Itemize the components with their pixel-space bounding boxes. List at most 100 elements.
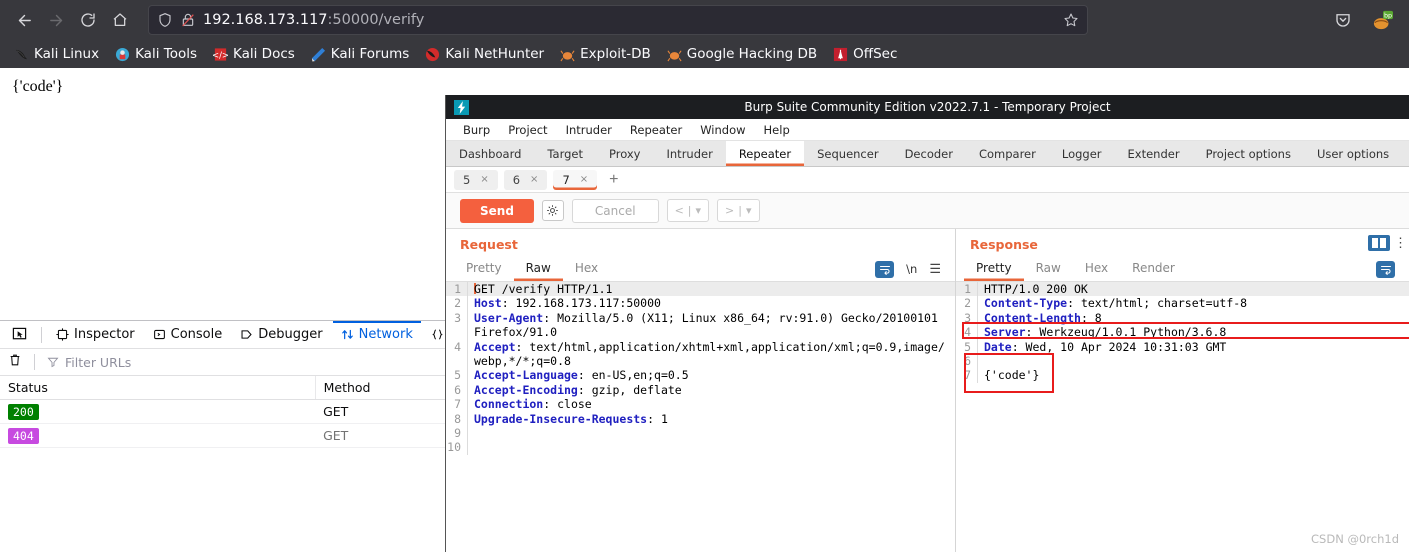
response-editor[interactable]: 1 HTTP/1.0 200 OK 2 Content-Type: text/h… (956, 282, 1409, 393)
home-button[interactable] (104, 4, 136, 36)
forward-button[interactable] (40, 4, 72, 36)
bookmark-item[interactable]: Exploit-DB (554, 44, 657, 64)
search-input[interactable]: Filter URLs (47, 355, 131, 370)
bookmark-item[interactable]: </> Kali Docs (207, 44, 301, 64)
gear-icon[interactable] (541, 200, 564, 221)
menu-item-repeater[interactable]: Repeater (621, 121, 691, 139)
line-number: 2 (956, 296, 978, 311)
tab-target[interactable]: Target (534, 141, 596, 166)
tab-decoder[interactable]: Decoder (892, 141, 966, 166)
request-tab-hex[interactable]: Hex (563, 257, 610, 281)
chevron-down-icon[interactable]: ▾ (746, 204, 752, 217)
code-line: 3 User-Agent: Mozilla/5.0 (X11; Linux x8… (446, 310, 955, 340)
bookmark-label: Kali Tools (135, 46, 197, 62)
back-button[interactable] (8, 4, 40, 36)
code-line: 6 Accept-Encoding: gzip, deflate (446, 382, 955, 398)
tab-sequencer[interactable]: Sequencer (804, 141, 891, 166)
send-button[interactable]: Send (460, 198, 534, 223)
line-number: 3 (446, 310, 468, 340)
burp-suite-window: Burp Suite Community Edition v2022.7.1 -… (445, 95, 1409, 552)
close-icon[interactable]: × (530, 174, 538, 185)
page-response-text: {'code'} (12, 78, 64, 95)
request-tab-pretty[interactable]: Pretty (454, 257, 514, 281)
devtools-tab-debugger[interactable]: Debugger (232, 321, 330, 349)
next-request-button[interactable]: > | ▾ (717, 199, 760, 222)
tab-extender[interactable]: Extender (1115, 141, 1193, 166)
bookmark-item[interactable]: Kali Linux (8, 44, 105, 64)
line-text: Date: Wed, 10 Apr 2024 10:31:03 GMT (984, 340, 1409, 354)
newline-icon[interactable]: \n (906, 262, 917, 276)
trash-icon[interactable] (8, 353, 22, 372)
code-line: 7 Connection: close (446, 397, 955, 412)
response-tab-hex[interactable]: Hex (1073, 257, 1120, 281)
bookmark-item[interactable]: OffSec (827, 44, 903, 64)
menu-item-help[interactable]: Help (755, 121, 799, 139)
tab-user-options[interactable]: User options (1304, 141, 1402, 166)
response-tab-pretty[interactable]: Pretty (964, 257, 1024, 281)
line-number: 3 (956, 310, 978, 326)
header-value: : text/html; charset=utf-8 (1067, 296, 1248, 311)
pipe-divider: | (687, 204, 692, 217)
bookmark-item[interactable]: Kali Tools (109, 44, 203, 64)
devtools-tab-label: Network (358, 327, 413, 342)
tab-logger[interactable]: Logger (1049, 141, 1115, 166)
menu-item-window[interactable]: Window (691, 121, 754, 139)
reload-button[interactable] (72, 4, 104, 36)
line-number: 1 (956, 282, 978, 297)
pocket-icon[interactable] (1327, 4, 1359, 36)
header-value: : en-US,en;q=0.5 (577, 368, 689, 383)
line-text (984, 354, 1409, 368)
line-text: Server: Werkzeug/1.0.1 Python/3.6.8 (984, 325, 1409, 339)
devtools-tab-network[interactable]: Network (333, 321, 421, 349)
url-text[interactable]: 192.168.173.117:50000/verify (203, 12, 1056, 28)
code-line: 10 (446, 440, 955, 455)
code-line: 9 (446, 426, 955, 441)
response-tab-render[interactable]: Render (1120, 257, 1187, 281)
url-bar[interactable]: 192.168.173.117:50000/verify (148, 5, 1088, 35)
request-editor[interactable]: 1 GET /verify HTTP/1.1 2 Host: 192.168.1… (446, 282, 955, 455)
tab-repeater[interactable]: Repeater (725, 141, 805, 166)
lock-crossed-out-icon[interactable] (180, 12, 196, 28)
word-wrap-icon[interactable] (1376, 260, 1395, 278)
line-text (474, 440, 955, 454)
tab-learn[interactable]: Lea (1402, 141, 1409, 166)
devtools-tab-console[interactable]: Console (145, 321, 231, 349)
menu-item-intruder[interactable]: Intruder (557, 121, 621, 139)
bookmark-item[interactable]: Kali Forums (305, 44, 416, 64)
tab-comparer[interactable]: Comparer (966, 141, 1049, 166)
devtools-tab-inspector[interactable]: Inspector (48, 321, 143, 349)
split-view-icon[interactable] (1368, 235, 1390, 251)
response-view-tabs: Pretty Raw Hex Render (956, 257, 1409, 282)
close-icon[interactable]: × (480, 174, 488, 185)
add-tab-button[interactable]: + (603, 171, 624, 189)
menu-icon[interactable]: ⋮ (1394, 235, 1407, 251)
chevron-down-icon[interactable]: ▾ (696, 204, 702, 217)
tab-dashboard[interactable]: Dashboard (446, 141, 534, 166)
tab-intruder[interactable]: Intruder (654, 141, 726, 166)
filter-divider (34, 354, 35, 370)
repeater-tab-5[interactable]: 5 × (454, 169, 498, 190)
bookmark-item[interactable]: Kali NetHunter (419, 44, 550, 64)
star-icon[interactable] (1063, 12, 1079, 28)
line-number: 2 (446, 296, 468, 311)
bookmark-item[interactable]: Google Hacking DB (661, 44, 823, 64)
cancel-button[interactable]: Cancel (571, 198, 659, 223)
response-tab-raw[interactable]: Raw (1024, 257, 1073, 281)
word-wrap-icon[interactable] (875, 260, 895, 278)
column-header-status[interactable]: Status (0, 376, 316, 400)
repeater-tab-7[interactable]: 7 × (553, 169, 598, 190)
menu-item-project[interactable]: Project (499, 121, 556, 139)
burp-extension-icon[interactable]: bp (1367, 4, 1399, 36)
tab-project-options[interactable]: Project options (1193, 141, 1304, 166)
line-number: 1 (446, 282, 468, 297)
close-icon[interactable]: × (580, 174, 588, 185)
shield-icon[interactable] (157, 12, 173, 28)
repeater-tab-6[interactable]: 6 × (503, 169, 548, 190)
element-picker-icon[interactable] (4, 321, 35, 349)
tab-proxy[interactable]: Proxy (596, 141, 654, 166)
code-line: 2 Content-Type: text/html; charset=utf-8 (956, 296, 1409, 311)
previous-request-button[interactable]: < | ▾ (666, 199, 710, 222)
menu-item-burp[interactable]: Burp (454, 121, 499, 139)
menu-icon[interactable]: ☰ (929, 261, 941, 277)
request-tab-raw[interactable]: Raw (514, 257, 563, 281)
